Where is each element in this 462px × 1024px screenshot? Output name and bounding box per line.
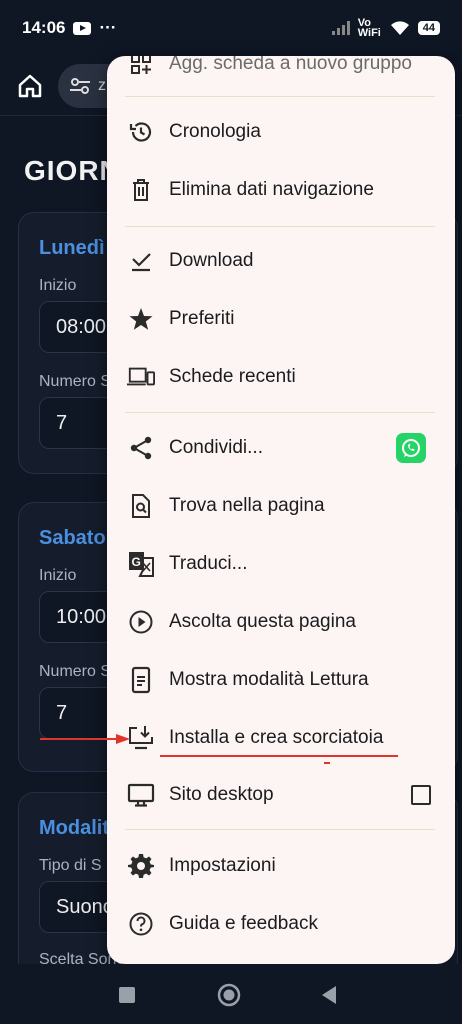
menu-item-label: Condividi... — [169, 437, 263, 458]
menu-item-label: Traduci... — [169, 553, 248, 574]
home-icon[interactable] — [16, 72, 44, 100]
history-icon — [127, 118, 155, 146]
download-check-icon — [127, 247, 155, 275]
battery-indicator: 44 — [417, 21, 440, 35]
menu-item-history[interactable]: Cronologia — [107, 108, 455, 156]
devices-icon — [127, 363, 155, 391]
card-title: Lunedì — [39, 237, 105, 259]
menu-item-translate[interactable]: G Traduci... — [107, 540, 455, 588]
menu-item-add-tab-group[interactable]: Agg. scheda a nuovo gruppo — [107, 56, 455, 88]
annotation-underline — [160, 755, 398, 757]
menu-item-label: Impostazioni — [169, 855, 276, 876]
menu-item-settings[interactable]: Impostazioni — [107, 842, 455, 890]
gear-icon — [127, 852, 155, 880]
desktop-icon — [127, 781, 155, 809]
start-label: Inizio — [39, 567, 77, 584]
back-button[interactable] — [320, 985, 338, 1010]
menu-item-clear-browsing-data[interactable]: Elimina dati navigazione — [107, 166, 455, 214]
circle-home-icon — [217, 983, 241, 1007]
menu-item-recent-tabs[interactable]: Schede recenti — [107, 353, 455, 401]
annotation-mark — [324, 762, 330, 764]
find-in-page-icon — [127, 492, 155, 520]
whatsapp-share-button[interactable] — [396, 433, 426, 463]
status-bar: 14:06 ··· Vo WiFi 44 — [0, 0, 462, 56]
share-icon — [127, 434, 155, 462]
network-label: Vo WiFi — [357, 17, 381, 39]
menu-item-label: Trova nella pagina — [169, 495, 325, 516]
number-label: Numero S — [39, 663, 112, 680]
help-icon — [127, 910, 155, 938]
tune-icon — [70, 77, 90, 94]
menu-item-label: Preferiti — [169, 308, 235, 329]
add-tab-group-icon — [127, 56, 155, 78]
menu-item-downloads[interactable]: Download — [107, 237, 455, 285]
whatsapp-icon — [402, 439, 420, 457]
menu-divider — [125, 226, 435, 227]
star-icon — [127, 305, 155, 333]
system-nav-bar — [0, 964, 462, 1024]
more-notifications: ··· — [99, 18, 117, 37]
menu-item-label: Cronologia — [169, 121, 261, 142]
menu-item-label: Sito desktop — [169, 784, 274, 805]
menu-item-label: Schede recenti — [169, 366, 296, 387]
annotation-arrow — [40, 734, 130, 744]
menu-divider — [125, 412, 435, 413]
menu-item-label: Ascolta questa pagina — [169, 611, 356, 632]
home-button[interactable] — [217, 983, 241, 1012]
menu-item-label: Download — [169, 250, 254, 271]
menu-divider — [125, 96, 435, 97]
menu-item-label: Elimina dati navigazione — [169, 179, 374, 200]
translate-icon: G — [127, 550, 155, 578]
menu-item-label: Mostra modalità Lettura — [169, 669, 369, 690]
number-label: Numero S — [39, 373, 112, 390]
start-label: Inizio — [39, 277, 77, 294]
back-triangle-icon — [322, 986, 336, 1004]
menu-item-reader-mode[interactable]: Mostra modalità Lettura — [107, 656, 455, 704]
desktop-site-checkbox[interactable] — [411, 785, 431, 805]
url-text: z — [98, 76, 106, 94]
menu-item-find-in-page[interactable]: Trova nella pagina — [107, 482, 455, 530]
type-label: Tipo di S — [39, 857, 102, 874]
play-circle-icon — [127, 608, 155, 636]
install-app-icon — [127, 724, 155, 752]
recent-apps-button[interactable] — [118, 986, 136, 1009]
menu-item-listen-to-page[interactable]: Ascolta questa pagina — [107, 598, 455, 646]
menu-item-help-feedback[interactable]: Guida e feedback — [107, 900, 455, 948]
reader-mode-icon — [127, 666, 155, 694]
overflow-menu: Agg. scheda a nuovo gruppo Cronologia El… — [107, 56, 455, 964]
menu-item-share[interactable]: Condividi... — [107, 424, 455, 472]
menu-divider — [125, 829, 435, 830]
trash-icon — [127, 176, 155, 204]
signal-icon — [331, 21, 350, 35]
menu-item-label: Guida e feedback — [169, 913, 318, 934]
clock: 14:06 — [22, 18, 66, 37]
menu-item-label: Agg. scheda a nuovo gruppo — [169, 56, 412, 74]
square-icon — [119, 987, 135, 1003]
youtube-icon — [73, 21, 92, 35]
svg-text:G: G — [132, 555, 141, 569]
wifi-icon — [390, 20, 409, 35]
card-title: Modalit — [39, 817, 109, 839]
menu-item-label: Installa e crea scorciatoia — [169, 727, 384, 748]
card-title: Sabato — [39, 527, 106, 549]
menu-item-bookmarks[interactable]: Preferiti — [107, 295, 455, 343]
menu-item-desktop-site[interactable]: Sito desktop — [107, 771, 455, 819]
